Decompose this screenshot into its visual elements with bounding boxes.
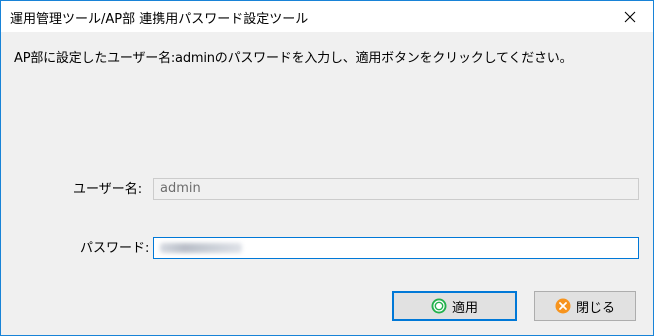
green-check-circle-icon	[431, 298, 447, 314]
close-button-label: 閉じる	[575, 300, 615, 316]
dialog-window: 運用管理ツール/AP部 連携用パスワード設定ツール AP部に設定したユーザー名:…	[0, 0, 654, 336]
window-title: 運用管理ツール/AP部 連携用パスワード設定ツール	[10, 12, 309, 27]
apply-button[interactable]: 適用	[392, 291, 517, 321]
instruction-text: AP部に設定したユーザー名:adminのパスワードを入力し、適用ボタンをクリック…	[14, 51, 573, 66]
obscured-password-value	[160, 243, 242, 253]
password-label: パスワード:	[80, 241, 150, 256]
close-icon	[624, 11, 636, 22]
username-field: admin	[153, 178, 639, 200]
username-label: ユーザー名:	[73, 182, 143, 197]
title-bar[interactable]: 運用管理ツール/AP部 連携用パスワード設定ツール	[1, 1, 653, 32]
close-button[interactable]: 閉じる	[534, 291, 636, 321]
orange-x-circle-icon	[555, 298, 571, 314]
password-field[interactable]	[153, 237, 639, 259]
apply-button-label: 適用	[451, 300, 478, 316]
window-close-button[interactable]	[607, 1, 653, 32]
